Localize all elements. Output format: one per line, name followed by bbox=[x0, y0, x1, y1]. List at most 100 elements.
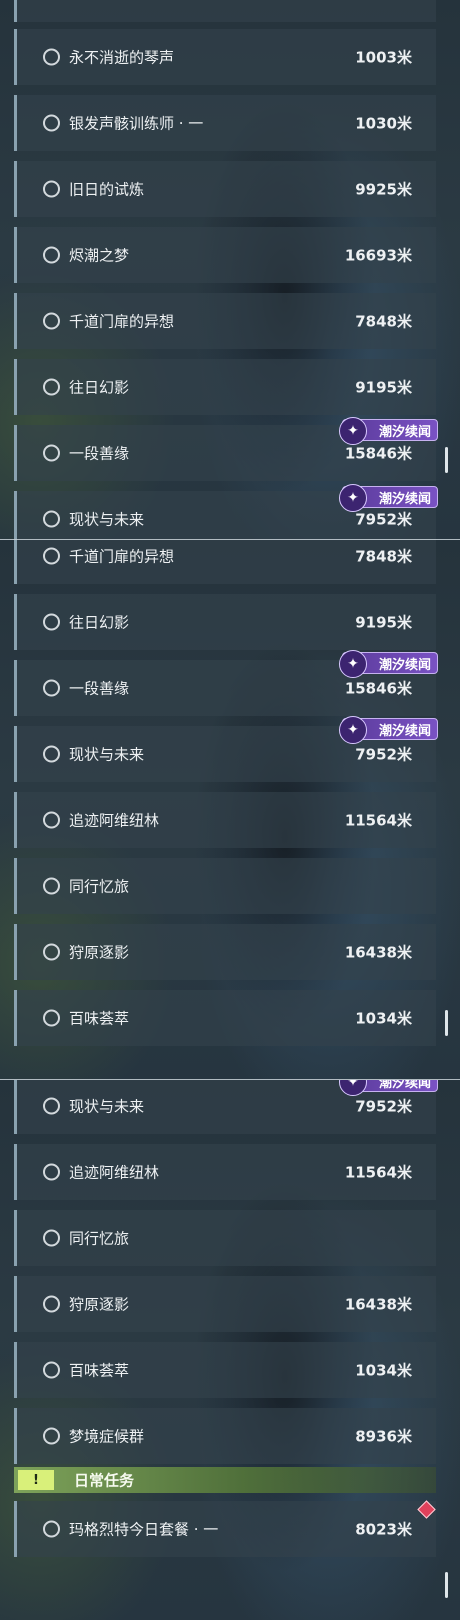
quest-title: 百味荟萃 bbox=[69, 1361, 130, 1380]
quest-status-circle-icon bbox=[43, 48, 60, 66]
quest-title: 现状与未来 bbox=[69, 510, 145, 529]
quest-row[interactable]: 同行忆旅 bbox=[14, 858, 436, 914]
exclamation-icon: ! bbox=[18, 1470, 54, 1490]
quest-status-circle-icon bbox=[43, 1520, 60, 1538]
quest-distance: 7952米 bbox=[355, 745, 412, 764]
quest-title: 现状与未来 bbox=[69, 745, 145, 764]
quest-row[interactable]: 狩原逐影 16438米 bbox=[14, 924, 436, 980]
quest-title: 追迹阿维纽林 bbox=[69, 811, 160, 830]
quest-row[interactable]: 银发声骸训练师 · 一 1030米 bbox=[14, 95, 436, 151]
quest-list-panel-1: 永不消逝的琴声 1003米 银发声骸训练师 · 一 1030米 旧日的试炼 99… bbox=[0, 0, 460, 540]
quest-title: 一段善缘 bbox=[69, 444, 130, 463]
quest-title: 一段善缘 bbox=[69, 679, 130, 698]
quest-row[interactable]: 追迹阿维纽林 11564米 bbox=[14, 1144, 436, 1200]
quest-status-circle-icon bbox=[43, 679, 60, 697]
quest-title: 玛格烈特今日套餐 · 一 bbox=[69, 1520, 219, 1539]
quest-row[interactable]: 千道门扉的异想 7848米 bbox=[14, 540, 436, 584]
quest-distance: 1034米 bbox=[355, 1009, 412, 1028]
quest-title: 永不消逝的琴声 bbox=[69, 48, 175, 67]
quest-distance: 11564米 bbox=[344, 1163, 412, 1182]
quest-status-circle-icon bbox=[43, 613, 60, 631]
tide-tale-badge: ✦ 潮汐续闻 bbox=[339, 1080, 438, 1096]
quest-title: 千道门扉的异想 bbox=[69, 547, 175, 566]
quest-row[interactable]: 玛格烈特今日套餐 · 一 8023米 bbox=[14, 1501, 436, 1557]
quest-distance: 7848米 bbox=[355, 312, 412, 331]
quest-row[interactable]: 永不消逝的琴声 1003米 bbox=[14, 29, 436, 85]
quest-distance: 1034米 bbox=[355, 1361, 412, 1380]
wave-emblem-icon: ✦ bbox=[339, 484, 367, 512]
quest-title: 烬潮之梦 bbox=[69, 246, 130, 265]
quest-status-circle-icon bbox=[43, 312, 60, 330]
daily-quest-section-header[interactable]: ! 日常任务 bbox=[14, 1467, 436, 1493]
quest-list-panel-3: 现状与未来 7952米 追迹阿维纽林 11564米 同行忆旅 狩原逐影 1643… bbox=[0, 1080, 460, 1620]
quest-status-circle-icon bbox=[43, 1361, 60, 1379]
quest-row[interactable]: 千道门扉的异想 7848米 bbox=[14, 293, 436, 349]
quest-title: 同行忆旅 bbox=[69, 1229, 130, 1248]
quest-distance: 7952米 bbox=[355, 510, 412, 529]
scrollbar-thumb[interactable] bbox=[445, 1010, 448, 1036]
quest-status-circle-icon bbox=[43, 745, 60, 763]
quest-row[interactable]: 往日幻影 9195米 bbox=[14, 594, 436, 650]
tide-tale-badge: ✦ 潮汐续闻 bbox=[339, 417, 438, 445]
quest-status-circle-icon bbox=[43, 378, 60, 396]
quest-status-circle-icon bbox=[43, 114, 60, 132]
quest-status-circle-icon bbox=[43, 1427, 60, 1445]
quest-title: 狩原逐影 bbox=[69, 943, 130, 962]
quest-row[interactable]: 往日幻影 9195米 bbox=[14, 359, 436, 415]
tide-tale-badge: ✦ 潮汐续闻 bbox=[339, 650, 438, 678]
quest-status-circle-icon bbox=[43, 877, 60, 895]
quest-status-circle-icon bbox=[43, 1229, 60, 1247]
tide-tale-badge: ✦ 潮汐续闻 bbox=[339, 484, 438, 512]
quest-title: 银发声骸训练师 · 一 bbox=[69, 114, 204, 133]
scrollbar-thumb[interactable] bbox=[445, 1572, 448, 1598]
quest-row[interactable]: 烬潮之梦 16693米 bbox=[14, 227, 436, 283]
quest-row[interactable]: 百味荟萃 1034米 bbox=[14, 1342, 436, 1398]
quest-distance: 1003米 bbox=[355, 48, 412, 67]
badge-label: 潮汐续闻 bbox=[378, 1080, 431, 1091]
wave-emblem-icon: ✦ bbox=[339, 716, 367, 744]
wave-emblem-icon: ✦ bbox=[339, 417, 367, 445]
quest-distance: 9195米 bbox=[355, 613, 412, 632]
quest-status-circle-icon bbox=[43, 1009, 60, 1027]
quest-row[interactable]: 百味荟萃 1034米 bbox=[14, 990, 436, 1046]
quest-title: 往日幻影 bbox=[69, 613, 130, 632]
quest-title: 同行忆旅 bbox=[69, 877, 130, 896]
quest-title: 千道门扉的异想 bbox=[69, 312, 175, 331]
quest-status-circle-icon bbox=[43, 444, 60, 462]
quest-title: 旧日的试炼 bbox=[69, 180, 145, 199]
quest-row-partial bbox=[14, 0, 436, 22]
quest-distance: 9195米 bbox=[355, 378, 412, 397]
quest-status-circle-icon bbox=[43, 1163, 60, 1181]
quest-distance: 15846米 bbox=[344, 444, 412, 463]
quest-status-circle-icon bbox=[43, 943, 60, 961]
quest-title: 梦境症候群 bbox=[69, 1427, 145, 1446]
quest-title: 往日幻影 bbox=[69, 378, 130, 397]
quest-title: 现状与未来 bbox=[69, 1097, 145, 1116]
badge-label: 潮汐续闻 bbox=[378, 491, 431, 507]
quest-distance: 7952米 bbox=[355, 1097, 412, 1116]
quest-distance: 8023米 bbox=[355, 1520, 412, 1539]
quest-status-circle-icon bbox=[43, 547, 60, 565]
quest-status-circle-icon bbox=[43, 811, 60, 829]
quest-status-circle-icon bbox=[43, 510, 60, 528]
tide-tale-badge: ✦ 潮汐续闻 bbox=[339, 716, 438, 744]
badge-label: 潮汐续闻 bbox=[378, 723, 431, 739]
quest-distance: 16438米 bbox=[344, 943, 412, 962]
quest-distance: 9925米 bbox=[355, 180, 412, 199]
quest-row[interactable]: 梦境症候群 8936米 bbox=[14, 1408, 436, 1464]
quest-status-circle-icon bbox=[43, 180, 60, 198]
quest-status-circle-icon bbox=[43, 246, 60, 264]
quest-list-panel-2: 千道门扉的异想 7848米 往日幻影 9195米 一段善缘 15846米 现状与… bbox=[0, 540, 460, 1080]
quest-distance: 8936米 bbox=[355, 1427, 412, 1446]
quest-row[interactable]: 追迹阿维纽林 11564米 bbox=[14, 792, 436, 848]
quest-title: 追迹阿维纽林 bbox=[69, 1163, 160, 1182]
quest-row[interactable]: 狩原逐影 16438米 bbox=[14, 1276, 436, 1332]
quest-distance: 7848米 bbox=[355, 547, 412, 566]
quest-row[interactable]: 同行忆旅 bbox=[14, 1210, 436, 1266]
quest-title: 百味荟萃 bbox=[69, 1009, 130, 1028]
quest-status-circle-icon bbox=[43, 1097, 60, 1115]
quest-row[interactable]: 旧日的试炼 9925米 bbox=[14, 161, 436, 217]
quest-distance: 11564米 bbox=[344, 811, 412, 830]
badge-label: 潮汐续闻 bbox=[378, 657, 431, 673]
scrollbar-thumb[interactable] bbox=[445, 447, 448, 473]
